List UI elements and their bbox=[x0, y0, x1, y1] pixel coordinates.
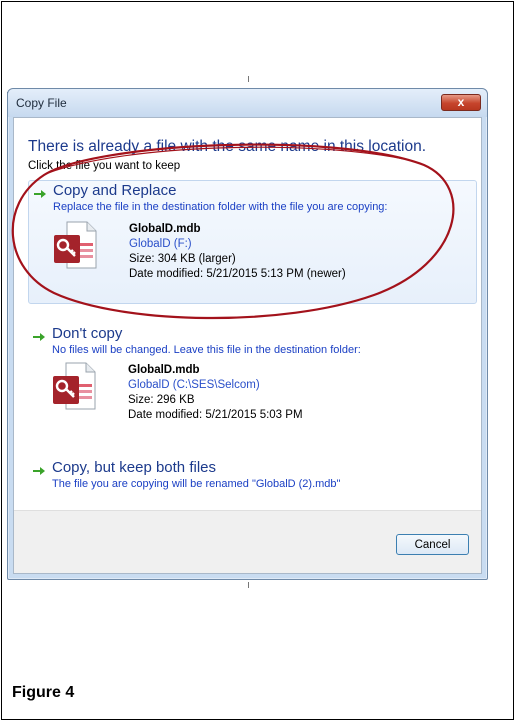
close-icon: x bbox=[457, 95, 465, 109]
figure-caption: Figure 4 bbox=[12, 684, 75, 701]
option-description: No files will be changed. Leave this fil… bbox=[52, 344, 361, 356]
dialog-button-bar: Cancel bbox=[14, 510, 481, 573]
figure-frame: Copy File x There is already a file with… bbox=[1, 1, 514, 720]
option-description: The file you are copying will be renamed… bbox=[52, 478, 341, 490]
green-arrow-icon bbox=[33, 467, 45, 475]
dialog-title: Copy File bbox=[16, 96, 67, 110]
close-button[interactable]: x bbox=[441, 94, 481, 111]
file-size: Size: 296 KB bbox=[128, 394, 195, 406]
dialog-titlebar[interactable]: Copy File x bbox=[8, 89, 487, 117]
dont-copy-option[interactable]: Don't copy No files will be changed. Lea… bbox=[28, 324, 477, 444]
red-highlight-ellipse bbox=[11, 143, 455, 320]
access-database-file-icon bbox=[53, 362, 96, 410]
file-location: GlobalD (C:\SES\Selcom) bbox=[128, 379, 260, 391]
copy-keep-both-option[interactable]: Copy, but keep both files The file you a… bbox=[28, 458, 477, 498]
green-arrow-icon bbox=[33, 333, 45, 341]
option-title: Don't copy bbox=[52, 325, 123, 342]
document-ruler-mark bbox=[248, 76, 249, 82]
option-title: Copy, but keep both files bbox=[52, 459, 216, 476]
file-details: GlobalD.mdb GlobalD (C:\SES\Selcom) Size… bbox=[128, 363, 303, 423]
cancel-button[interactable]: Cancel bbox=[396, 534, 469, 555]
file-date-modified: Date modified: 5/21/2015 5:03 PM bbox=[128, 409, 303, 421]
document-ruler-mark bbox=[248, 582, 249, 588]
file-name: GlobalD.mdb bbox=[128, 364, 200, 376]
